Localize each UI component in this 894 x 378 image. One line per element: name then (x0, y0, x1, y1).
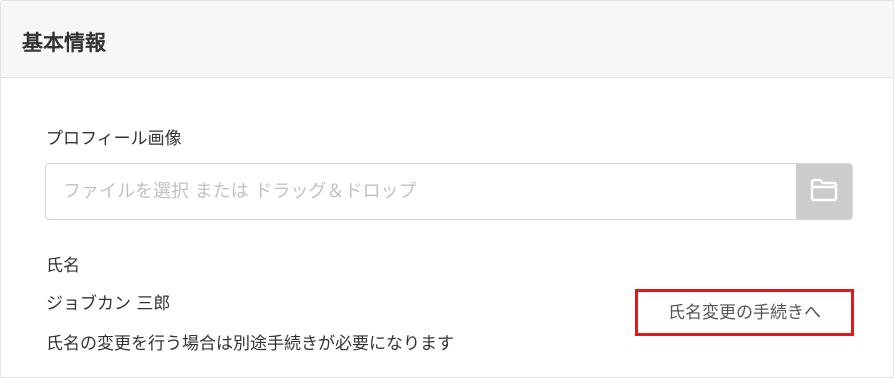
section-title: 基本情報 (22, 31, 106, 55)
card-header: 基本情報 (1, 1, 893, 78)
file-input-placeholder: ファイルを選択 または ドラッグ＆ドロップ (63, 181, 417, 202)
name-label: 氏名 (46, 256, 80, 276)
name-change-note: 氏名の変更を行う場合は別途手続きが必要になります (46, 334, 454, 354)
profile-image-label: プロフィール画像 (46, 129, 182, 149)
basic-info-card: 基本情報 プロフィール画像 ファイルを選択 または ドラッグ＆ドロップ 氏名 ジ… (0, 0, 894, 378)
profile-image-file-input[interactable]: ファイルを選択 または ドラッグ＆ドロップ (45, 163, 853, 220)
file-browse-button[interactable] (796, 164, 852, 219)
name-change-procedure-link[interactable]: 氏名変更の手続きへ (635, 289, 854, 336)
folder-icon (810, 178, 838, 206)
name-value: ジョブカン 三郎 (46, 294, 171, 314)
